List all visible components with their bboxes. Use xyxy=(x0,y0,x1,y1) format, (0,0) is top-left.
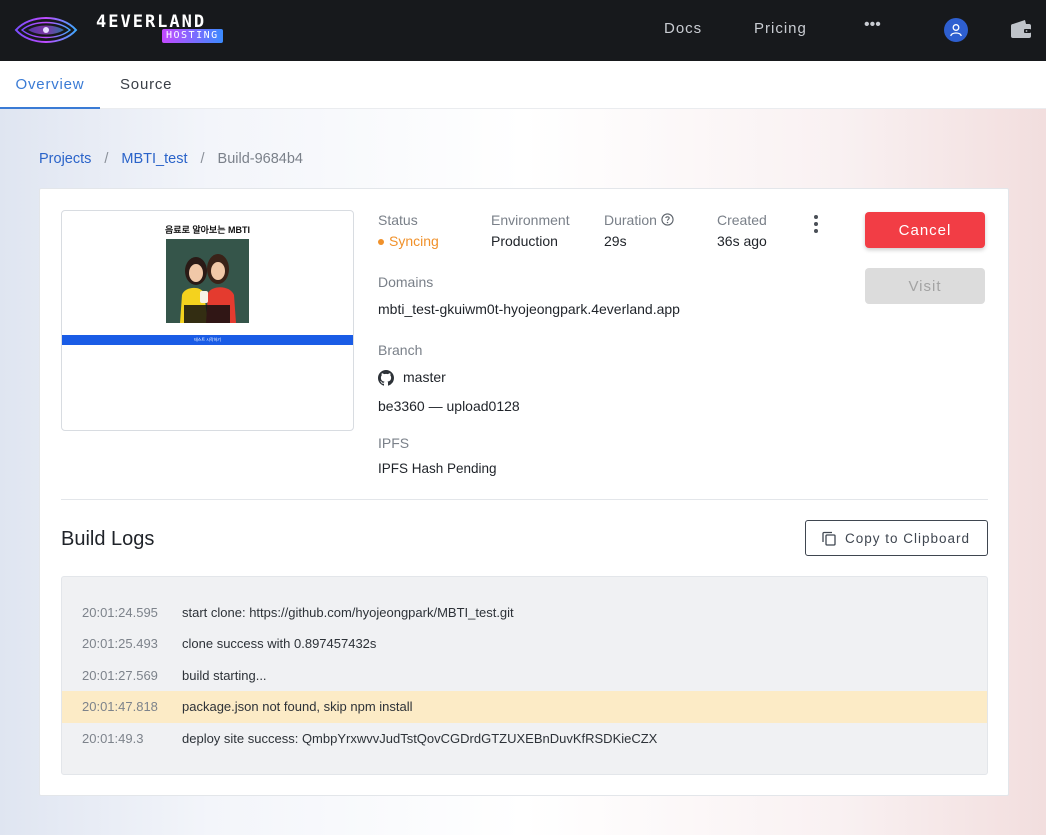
breadcrumb-projects-link[interactable]: Projects xyxy=(39,151,91,167)
duration-value: 29s xyxy=(604,233,627,249)
top-bar: 4EVERLAND HOSTING Docs Pricing ••• xyxy=(0,0,1046,61)
breadcrumb-separator: / xyxy=(104,151,109,167)
preview-title: 음료로 알아보는 MBTI xyxy=(165,225,250,235)
log-message: build starting... xyxy=(182,668,267,683)
ipfs-value: IPFS Hash Pending xyxy=(378,461,497,476)
log-row: 20:01:49.3 deploy site success: QmbpYrxw… xyxy=(62,723,987,755)
cancel-button[interactable]: Cancel xyxy=(865,212,985,248)
environment-value: Production xyxy=(491,233,558,249)
log-row: 20:01:24.595 start clone: https://github… xyxy=(62,597,987,629)
status-dot xyxy=(378,239,384,245)
copy-button-label: Copy to Clipboard xyxy=(845,530,971,546)
environment-label: Environment xyxy=(491,212,570,228)
branch-label: Branch xyxy=(378,342,423,358)
nav-docs-link[interactable]: Docs xyxy=(664,20,702,37)
domain-link[interactable]: mbti_test-gkuiwm0t-hyojeongpark.4everlan… xyxy=(378,301,680,317)
preview-image xyxy=(166,239,249,323)
site-preview-thumbnail[interactable]: 음료로 알아보는 MBTI 테스트 시작하기 xyxy=(61,210,354,431)
nav-pricing-link[interactable]: Pricing xyxy=(754,20,807,37)
log-message: clone success with 0.897457432s xyxy=(182,636,377,651)
log-timestamp: 20:01:24.595 xyxy=(82,605,158,620)
user-icon xyxy=(950,24,962,37)
visit-button[interactable]: Visit xyxy=(865,268,985,304)
log-row: 20:01:27.569 build starting... xyxy=(62,660,987,692)
log-row-highlighted: 20:01:47.818 package.json not found, ski… xyxy=(62,691,987,723)
help-icon[interactable] xyxy=(661,213,674,226)
created-label: Created xyxy=(717,212,767,228)
kebab-menu-icon[interactable] xyxy=(810,214,822,234)
status-value: Syncing xyxy=(389,233,439,249)
breadcrumb: Projects / MBTI_test / Build-9684b4 xyxy=(39,151,303,167)
brand-subtitle: HOSTING xyxy=(162,29,223,43)
github-icon xyxy=(378,370,394,386)
more-menu-icon[interactable]: ••• xyxy=(864,16,881,34)
log-row: 20:01:25.493 clone success with 0.897457… xyxy=(62,628,987,660)
brand-logo[interactable]: 4EVERLAND HOSTING xyxy=(14,10,226,50)
commit-value[interactable]: be3360 — upload0128 xyxy=(378,398,520,414)
created-value: 36s ago xyxy=(717,233,767,249)
breadcrumb-project-link[interactable]: MBTI_test xyxy=(121,151,187,167)
log-message: package.json not found, skip npm install xyxy=(182,699,413,714)
duration-label: Duration xyxy=(604,212,657,228)
tab-overview[interactable]: Overview xyxy=(0,61,100,109)
log-timestamp: 20:01:27.569 xyxy=(82,668,158,683)
breadcrumb-current: Build-9684b4 xyxy=(217,151,303,167)
status-label: Status xyxy=(378,212,418,228)
preview-start-bar: 테스트 시작하기 xyxy=(62,335,353,345)
copy-to-clipboard-button[interactable]: Copy to Clipboard xyxy=(805,520,988,556)
tab-source[interactable]: Source xyxy=(120,61,172,109)
ipfs-label: IPFS xyxy=(378,435,410,451)
wallet-icon[interactable] xyxy=(1009,17,1033,41)
breadcrumb-separator: / xyxy=(200,151,205,167)
copy-icon xyxy=(822,531,836,546)
user-avatar-button[interactable] xyxy=(944,18,968,42)
build-log-panel[interactable]: 20:01:24.595 start clone: https://github… xyxy=(61,576,988,775)
log-message: start clone: https://github.com/hyojeong… xyxy=(182,605,514,620)
domains-label: Domains xyxy=(378,274,434,290)
log-timestamp: 20:01:49.3 xyxy=(82,731,144,746)
log-timestamp: 20:01:25.493 xyxy=(82,636,158,651)
branch-value[interactable]: master xyxy=(403,369,446,385)
tab-bar: Overview Source xyxy=(0,61,1046,109)
build-detail-card: 음료로 알아보는 MBTI 테스트 시작하기 Status Syncing En… xyxy=(39,188,1009,796)
brand-logo-icon xyxy=(14,17,78,43)
log-message: deploy site success: QmbpYrxwvvJudTstQov… xyxy=(182,731,658,746)
log-timestamp: 20:01:47.818 xyxy=(82,699,158,714)
section-divider xyxy=(61,499,988,500)
build-logs-title: Build Logs xyxy=(61,528,155,550)
